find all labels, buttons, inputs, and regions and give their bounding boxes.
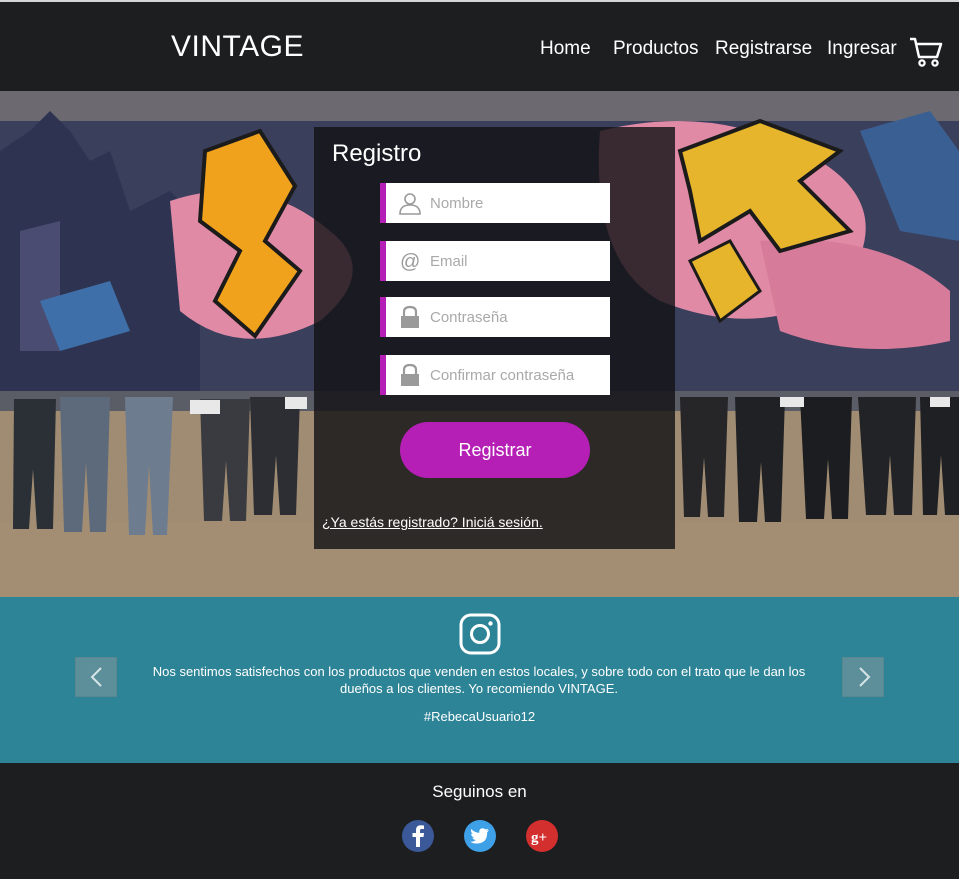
- confirm-password-field[interactable]: [380, 355, 610, 395]
- register-button[interactable]: Registrar: [400, 422, 590, 478]
- navbar: VINTAGE Home Productos Registrarse Ingre…: [0, 0, 959, 91]
- nav-productos-link[interactable]: Productos: [613, 38, 699, 60]
- name-field[interactable]: [380, 183, 610, 223]
- testimonial-quote: Nos sentimos satisfechos con los product…: [152, 664, 806, 696]
- testimonial-handle: #RebecaUsuario12: [423, 709, 536, 724]
- lock-icon: [401, 363, 419, 386]
- brand-logo[interactable]: VINTAGE: [171, 30, 304, 64]
- cart-icon[interactable]: [908, 34, 944, 70]
- at-icon: @: [400, 251, 420, 273]
- nav-registrarse-link[interactable]: Registrarse: [715, 38, 812, 60]
- svg-text:@: @: [400, 251, 420, 273]
- confirm-password-input[interactable]: [430, 355, 610, 395]
- carousel-prev-button[interactable]: [75, 657, 117, 697]
- twitter-icon[interactable]: [463, 819, 497, 853]
- google-plus-icon[interactable]: g+: [525, 819, 559, 853]
- email-input[interactable]: [430, 241, 610, 281]
- login-link[interactable]: ¿Ya estás registrado? Iniciá sesión.: [322, 514, 543, 530]
- user-icon: [399, 193, 421, 215]
- footer: Seguinos en g+: [0, 763, 959, 879]
- chevron-right-icon: [859, 667, 871, 687]
- password-input[interactable]: [430, 297, 610, 337]
- testimonial-section: Nos sentimos satisfechos con los product…: [0, 597, 959, 763]
- instagram-icon[interactable]: [459, 613, 501, 655]
- carousel-next-button[interactable]: [842, 657, 884, 697]
- form-title: Registro: [332, 140, 422, 167]
- svg-text:g+: g+: [531, 830, 547, 846]
- chevron-left-icon: [90, 667, 102, 687]
- facebook-icon[interactable]: [401, 819, 435, 853]
- nav-home-link[interactable]: Home: [540, 38, 591, 60]
- email-field[interactable]: @: [380, 241, 610, 281]
- registration-form: Registro @ Registrar ¿Ya estás registrad…: [314, 127, 675, 549]
- lock-icon: [401, 305, 419, 328]
- password-field[interactable]: [380, 297, 610, 337]
- name-input[interactable]: [430, 183, 610, 223]
- follow-heading: Seguinos en: [432, 782, 527, 801]
- nav-ingresar-link[interactable]: Ingresar: [827, 38, 897, 60]
